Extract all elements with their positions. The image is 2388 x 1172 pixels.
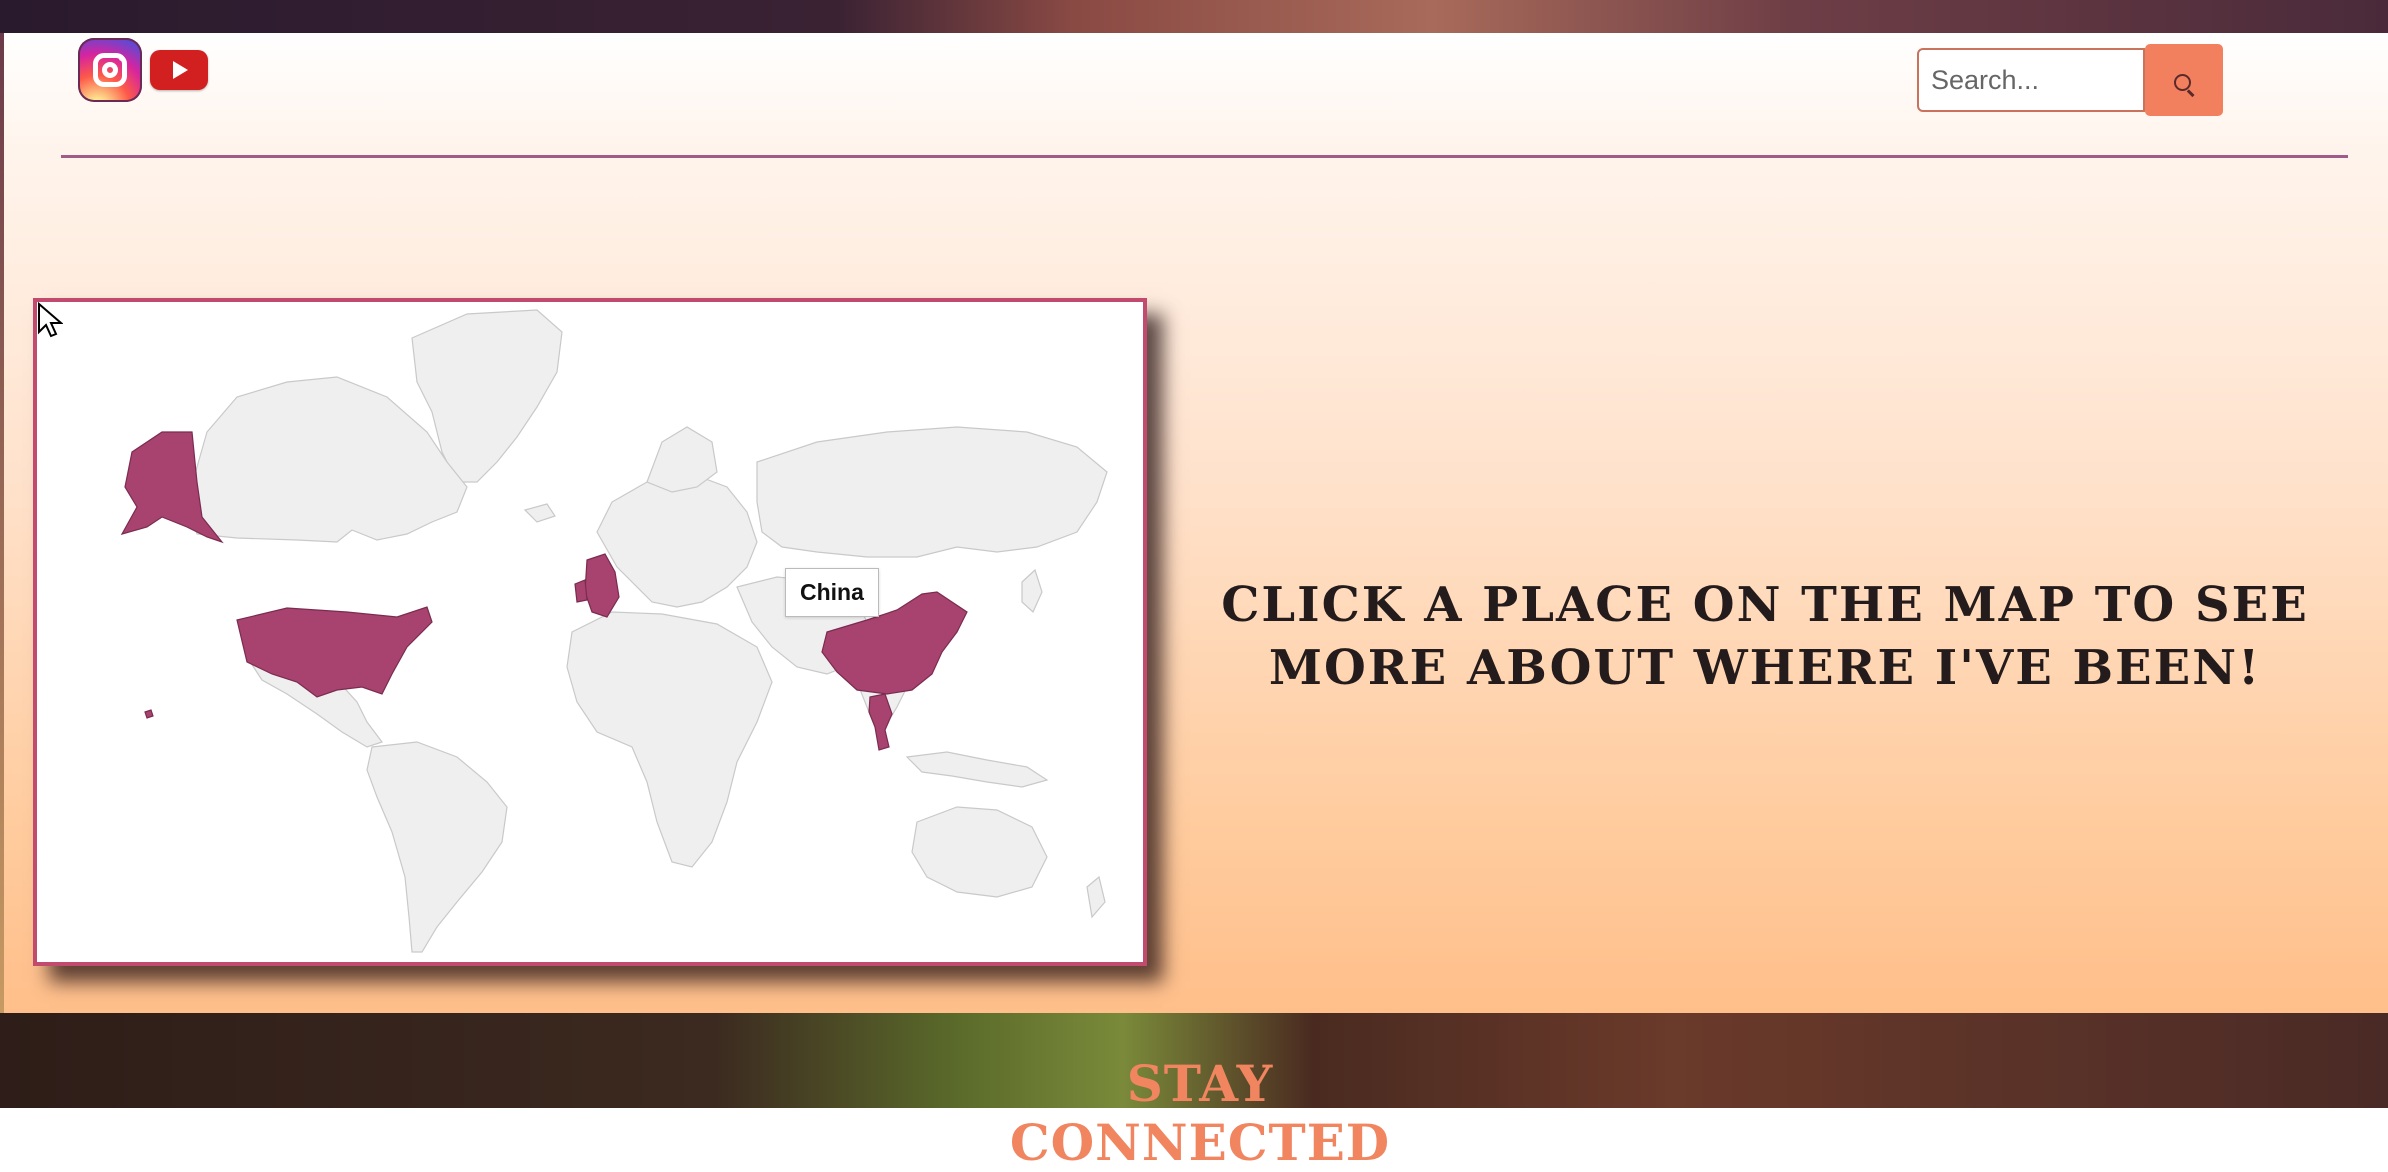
country-united-kingdom [584, 553, 620, 618]
map-tooltip: China [785, 568, 879, 617]
country-united-states [236, 606, 433, 698]
instagram-icon-lens [102, 62, 118, 78]
country-new-zealand [1086, 875, 1106, 919]
stay-connected-heading: STAY CONNECTED [1009, 1054, 1391, 1172]
search-icon-handle [2187, 89, 2195, 97]
world-map[interactable]: China [33, 298, 1147, 966]
social-links [78, 38, 208, 102]
island-hawaii [144, 709, 154, 719]
cta-line-1: Click a place on the map to see [1221, 577, 2309, 633]
country-japan [1021, 568, 1043, 613]
country-ireland [574, 579, 588, 603]
search-button[interactable] [2145, 44, 2223, 116]
country-iceland [523, 503, 556, 523]
youtube-icon[interactable] [150, 50, 208, 90]
instagram-icon[interactable] [78, 38, 142, 102]
continent-south-america [366, 741, 508, 953]
instagram-icon-flash [119, 56, 124, 61]
country-thailand [868, 693, 893, 751]
cta-line-2: more about where I've been! [1268, 640, 2262, 696]
map-call-to-action: Click a place on the map to see more abo… [1200, 574, 2330, 700]
world-map-svg [120, 309, 1108, 953]
continent-europe [596, 471, 758, 608]
top-banner-image [0, 0, 2388, 33]
search-bar [1917, 44, 2223, 116]
region-indonesia [905, 751, 1049, 788]
mouse-pointer-icon [38, 302, 63, 338]
continent-africa [566, 611, 773, 868]
country-canada [186, 376, 468, 543]
header-divider [61, 155, 2348, 158]
country-russia [756, 426, 1108, 558]
country-australia [911, 806, 1048, 898]
search-input[interactable] [1917, 48, 2145, 112]
